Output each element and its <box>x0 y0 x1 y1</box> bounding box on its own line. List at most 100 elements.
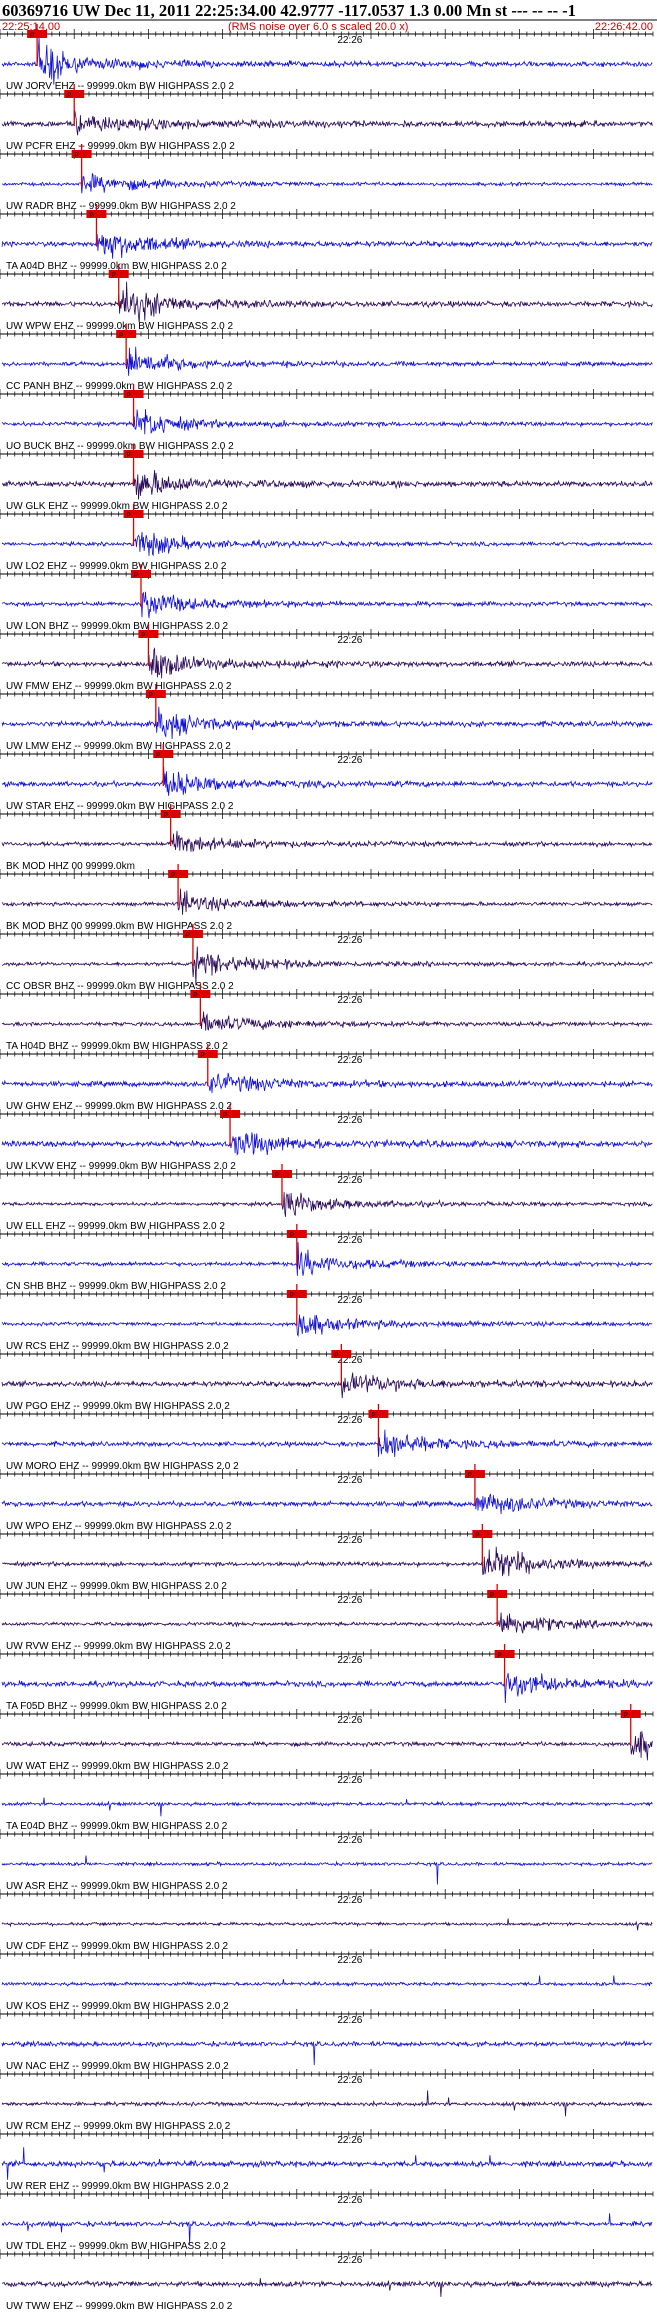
trace-panel: 22:26 UW CDF EHZ -- 99999.0km BW HIGHPASS… <box>0 1889 654 1952</box>
trace-panel: 22:26 UW KOS EHZ -- 99999.0km BW HIGHPASS… <box>0 1949 654 2012</box>
station-label: UW LKVW EHZ -- 99999.0km BW HIGHPASS 2.0… <box>6 1161 236 1172</box>
phase-pick-label: P <box>223 1113 227 1119</box>
seismic-waveform <box>1 1731 653 1761</box>
station-label: UO BUCK BHZ -- 99999.0km BW HIGHPASS 2.0… <box>6 441 234 452</box>
trace-panel: 22:26 UW JUN EHZ -- 99999.0km BW HIGHPASS… <box>0 1524 654 1592</box>
station-label: CC PANH BHZ -- 99999.0km BW HIGHPASS 2.0… <box>6 381 233 392</box>
seismic-waveform <box>1 2090 653 2117</box>
trace-panel: BK MOD BHZ 00 99999.0km BW HIGHPASS 2.0 … <box>0 864 654 932</box>
minute-mark-label: 22:26 <box>337 1115 362 1126</box>
minute-mark-label: 22:26 <box>337 755 362 766</box>
seismic-waveform <box>1 36 653 85</box>
trace-panel: 22:26 UW RCS EHZ -- 99999.0km BW HIGHPASS… <box>0 1284 654 1352</box>
minute-mark-label: 22:26 <box>337 1655 362 1666</box>
minute-mark-label: 22:26 <box>337 2255 362 2266</box>
minute-mark-label: 22:26 <box>337 1775 362 1786</box>
minute-mark-label: 22:26 <box>337 1535 362 1546</box>
minute-mark-label: 22:26 <box>337 2135 362 2146</box>
seismic-waveform <box>1 830 653 853</box>
minute-mark-label: 22:26 <box>337 935 362 946</box>
minute-mark-label: 22:26 <box>337 2015 362 2026</box>
station-label: UW RVW EHZ -- 99999.0km BW HIGHPASS 2.0 … <box>6 1641 231 1652</box>
seismic-waveform <box>1 647 653 679</box>
station-label: UW NAC EHZ -- 99999.0km BW HIGHPASS 2.0 … <box>6 2061 229 2072</box>
seismic-waveform <box>1 1797 653 1817</box>
seismic-waveform <box>1 1672 653 1704</box>
station-label: UW JORV EHZ -- 99999.0km BW HIGHPASS 2.0… <box>6 81 234 92</box>
station-label: UW WAT EHZ -- 99999.0km BW HIGHPASS 2.0 … <box>6 1761 229 1772</box>
minute-mark-label: 22:26 <box>337 1415 362 1426</box>
trace-panel: 22:26 UW RCM EHZ -- 99999.0km BW HIGHPASS… <box>0 2069 654 2132</box>
minute-mark-label: 22:26 <box>337 1715 362 1726</box>
seismic-waveform <box>1 531 653 557</box>
phase-pick-label: P <box>156 753 160 759</box>
station-label: BK MOD HHZ 00 99999.0km <box>6 861 135 872</box>
phase-pick-label: P <box>75 153 79 159</box>
station-label: UW GLK EHZ -- 99999.0km BW HIGHPASS 2.0 … <box>6 501 228 512</box>
seismic-waveform <box>1 1072 653 1094</box>
trace-panel: 22:26 TA E04D BHZ -- 99999.0km BW HIGHPAS… <box>0 1769 654 1832</box>
minute-mark-label: 22:26 <box>337 2075 362 2086</box>
trace-panel: TA A04D BHZ -- 99999.0km BW HIGHPASS 2.0… <box>0 204 654 272</box>
seismic-waveform <box>1 1132 653 1156</box>
trace-panel: 22:26 UW RER EHZ -- 99999.0km BW HIGHPASS… <box>0 2129 654 2192</box>
station-label: TA F05D BHZ -- 99999.0km BW HIGHPASS 2.0… <box>6 1701 227 1712</box>
minute-mark-label: 22:26 <box>337 1295 362 1306</box>
phase-pick-label: P <box>149 693 153 699</box>
seismic-waveform <box>1 346 653 376</box>
seismic-waveform <box>2 172 653 194</box>
seismic-waveform <box>1 2147 653 2180</box>
trace-panel: 22:26 UW GHW EHZ -- 99999.0km BW HIGHPASS… <box>0 1044 654 1112</box>
seismic-waveform <box>1 706 653 740</box>
phase-pick-label: P <box>201 1053 205 1059</box>
seismic-waveform <box>1 591 653 619</box>
seismic-waveform <box>1 470 653 500</box>
station-label: UW KOS EHZ -- 99999.0km BW HIGHPASS 2.0 … <box>6 2001 229 2012</box>
trace-panel: 22:26 UW RVW EHZ -- 99999.0km BW HIGHPASS… <box>0 1584 654 1652</box>
station-label: UW RCM EHZ -- 99999.0km BW HIGHPASS 2.0 … <box>6 2121 231 2132</box>
trace-panel: 22:26 UW WPO EHZ -- 99999.0km BW HIGHPASS… <box>0 1464 654 1532</box>
seismic-waveform <box>1 234 653 259</box>
station-label: UW STAR EHZ -- 99999.0km BW HIGHPASS 2.0… <box>6 801 234 812</box>
phase-pick-label: P <box>290 1233 294 1239</box>
station-label: UW ASR EHZ -- 99999.0km BW HIGHPASS 2.0 … <box>6 1881 228 1892</box>
trace-panel: 22:26 UW TWW EHZ -- 99999.0km BW HIGHPASS… <box>0 2249 654 2312</box>
trace-panel: CC PANH BHZ -- 99999.0km BW HIGHPASS 2.0… <box>0 324 654 392</box>
station-label: UW LON BHZ -- 99999.0km BW HIGHPASS 2.0 … <box>6 621 229 632</box>
seismogram-plot: 22:26 UW JORV EHZ -- 99999.0km BW HIGHPAS… <box>0 19 657 2312</box>
seismic-waveform <box>1 1975 653 1988</box>
station-label: UW LMW EHZ -- 99999.0km BW HIGHPASS 2.0 … <box>6 741 231 752</box>
trace-panel: 22:26 CN SHB BHZ -- 99999.0km BW HIGHPASS… <box>0 1224 654 1292</box>
phase-pick-label: P <box>290 1293 294 1299</box>
trace-panel: 22:26 UW NAC EHZ -- 99999.0km BW HIGHPASS… <box>0 2009 654 2072</box>
station-label: UW RADR BHZ -- 99999.0km BW HIGHPASS 2.0… <box>6 201 236 212</box>
seismic-waveform <box>1 1918 653 1931</box>
trace-panel: UW RADR BHZ -- 99999.0km BW HIGHPASS 2.0… <box>0 144 654 212</box>
minute-mark-label: 22:26 <box>337 1235 362 1246</box>
station-label: UW PGO EHZ -- 99999.0km BW HIGHPASS 2.0 … <box>6 1401 230 1412</box>
trace-panel: UO BUCK BHZ -- 99999.0km BW HIGHPASS 2.0… <box>0 384 654 452</box>
minute-mark-label: 22:26 <box>337 1955 362 1966</box>
trace-panel: 22:26 UW LKVW EHZ -- 99999.0km BW HIGHPAS… <box>0 1104 654 1172</box>
phase-pick-label: P <box>371 1413 375 1419</box>
seismic-waveform <box>1 110 653 136</box>
station-label: UW MORO EHZ -- 99999.0km BW HIGHPASS 2.0… <box>6 1461 239 1472</box>
minute-mark-label: 22:26 <box>337 1595 362 1606</box>
station-label: TA H04D BHZ -- 99999.0km BW HIGHPASS 2.0… <box>6 1041 228 1052</box>
trace-panel: UW LO2 EHZ -- 99999.0km BW HIGHPASS 2.0 … <box>0 504 654 572</box>
trace-panel: UW GLK EHZ -- 99999.0km BW HIGHPASS 2.0 … <box>0 444 654 512</box>
seismic-waveform <box>1 1314 653 1338</box>
trace-panel: UW LMW EHZ -- 99999.0km BW HIGHPASS 2.0 … <box>0 684 654 752</box>
phase-pick-label: P <box>193 993 197 999</box>
trace-panel: UW PCFR EHZ -- 99999.0km BW HIGHPASS 2.0… <box>0 84 654 152</box>
minute-mark-label: 22:26 <box>337 2195 362 2206</box>
station-label: UW JUN EHZ -- 99999.0km BW HIGHPASS 2.0 … <box>6 1581 227 1592</box>
phase-pick-label: P <box>334 1353 338 1359</box>
trace-panel: 22:26 UW JORV EHZ -- 99999.0km BW HIGHPAS… <box>0 24 654 92</box>
phase-pick-label: P <box>89 213 93 219</box>
seismic-waveform <box>1 1372 653 1399</box>
station-label: UW ELL EHZ -- 99999.0km BW HIGHPASS 2.0 … <box>6 1221 225 1232</box>
phase-pick-label: P <box>164 813 168 819</box>
seismic-waveform <box>1 1612 653 1634</box>
seismic-waveform <box>1 281 653 323</box>
